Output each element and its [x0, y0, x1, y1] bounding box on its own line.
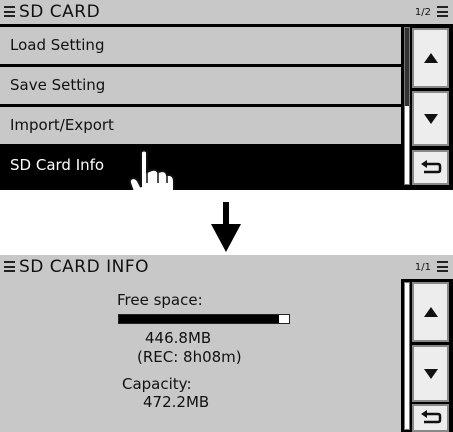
menu-item-import-export[interactable]: Import/Export	[0, 107, 401, 144]
scroll-up-button[interactable]	[412, 282, 449, 342]
back-icon	[420, 159, 441, 173]
scrollbar-thumb[interactable]	[405, 28, 409, 106]
scroll-up-button[interactable]	[412, 28, 449, 88]
sd-card-menu-screen: SD CARD 1/2 Load Setting Save Setting Im…	[0, 0, 453, 208]
scrollbar[interactable]	[404, 27, 410, 185]
title-bar: SD CARD 1/2	[0, 0, 453, 24]
page-indicator: 1/2	[414, 7, 431, 18]
menu-item-sd-card-info[interactable]: SD Card Info	[0, 147, 401, 185]
menu-icon	[437, 6, 448, 17]
scrollbar-thumb[interactable]	[405, 283, 409, 429]
free-space-value: 446.8MB	[145, 329, 212, 347]
sd-card-info-screen: SD CARD INFO 1/1 Free space: 446.8MB (RE…	[0, 255, 453, 432]
down-arrow-icon	[423, 113, 438, 124]
rec-time: (REC: 8h08m)	[137, 348, 242, 366]
free-space-label: Free space:	[117, 291, 203, 309]
capacity-label: Capacity:	[122, 375, 192, 393]
screen-title: SD CARD INFO	[19, 257, 149, 277]
title-bar: SD CARD INFO 1/1	[0, 255, 453, 279]
back-button[interactable]	[412, 404, 449, 432]
scroll-down-button[interactable]	[412, 91, 449, 146]
back-icon	[420, 410, 441, 424]
menu-item-load-setting[interactable]: Load Setting	[0, 27, 401, 64]
scrollbar[interactable]	[404, 282, 410, 430]
transition-area	[0, 190, 453, 255]
back-button[interactable]	[412, 150, 449, 185]
up-arrow-icon	[423, 307, 438, 317]
down-arrow-icon	[423, 368, 438, 379]
capacity-value: 472.2MB	[143, 393, 210, 411]
menu-icon	[4, 261, 15, 272]
page-indicator: 1/1	[414, 262, 431, 273]
free-space-bar	[118, 314, 290, 324]
info-panel: Free space: 446.8MB (REC: 8h08m) Capacit…	[0, 279, 401, 432]
scroll-down-button[interactable]	[412, 345, 449, 402]
free-space-bar-fill	[119, 315, 279, 323]
menu-icon	[4, 6, 15, 17]
menu-item-save-setting[interactable]: Save Setting	[0, 67, 401, 104]
screen-title: SD CARD	[19, 2, 101, 22]
menu-icon	[437, 261, 448, 272]
down-arrow-indicator-icon	[211, 202, 241, 252]
up-arrow-icon	[423, 53, 438, 63]
